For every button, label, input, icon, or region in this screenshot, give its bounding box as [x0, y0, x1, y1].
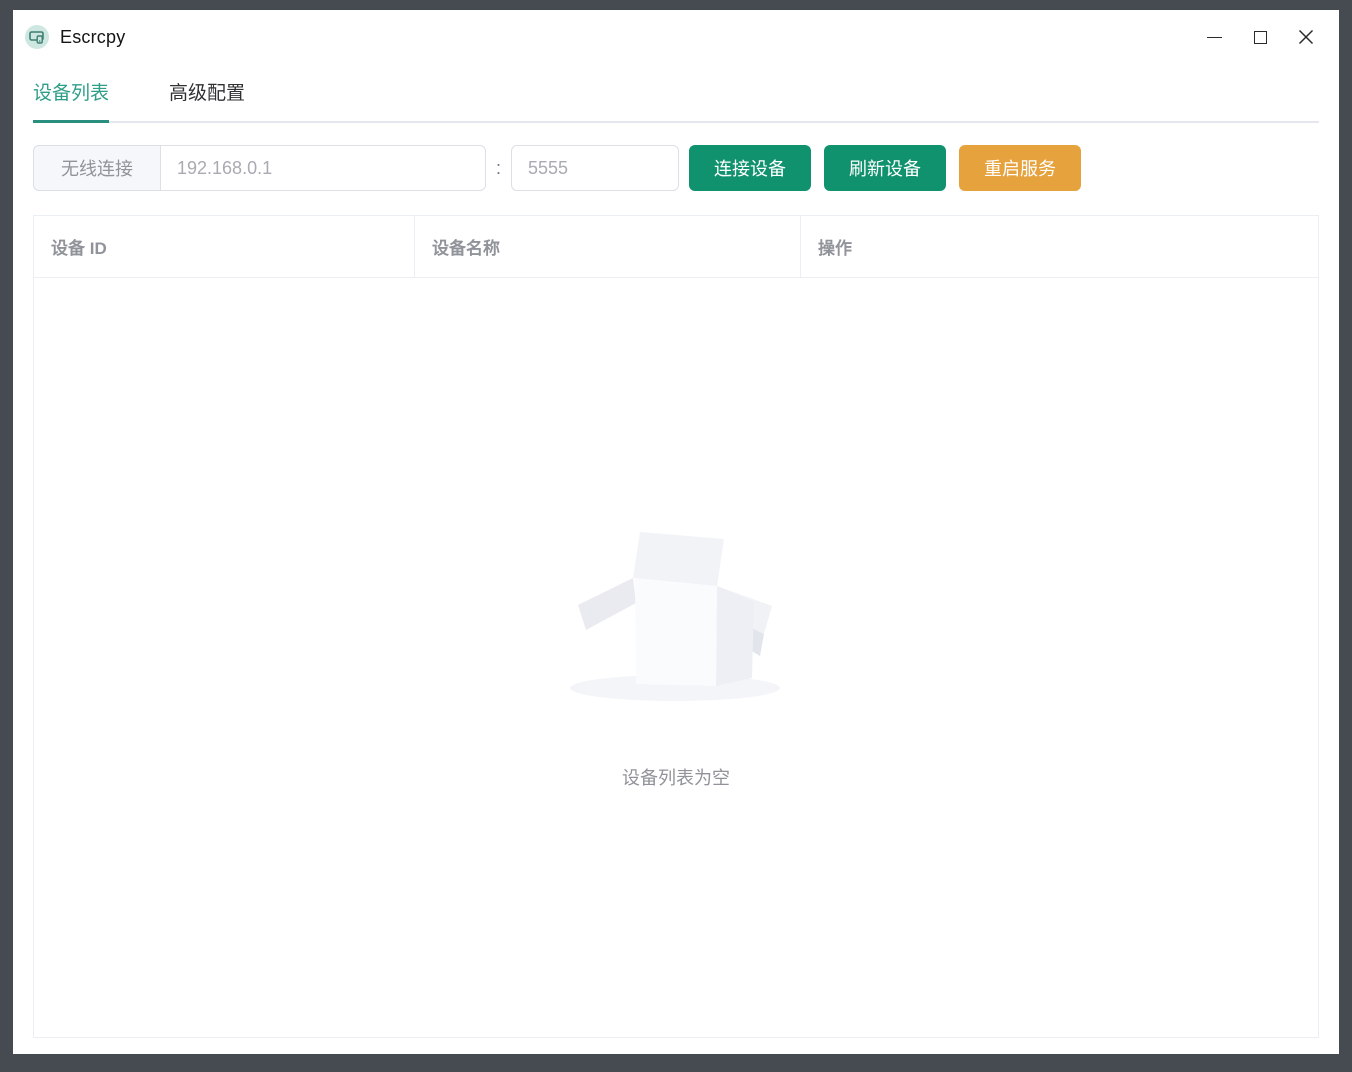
maximize-icon [1254, 31, 1267, 44]
minimize-button[interactable] [1191, 17, 1237, 57]
tab-device-list[interactable]: 设备列表 [33, 66, 109, 121]
tabs-bar: 设备列表 高级配置 [13, 66, 1339, 123]
minimize-icon [1207, 37, 1222, 38]
app-title: Escrcpy [60, 27, 125, 48]
connection-toolbar: 无线连接 : 连接设备 刷新设备 重启服务 [13, 145, 1339, 191]
ip-port-separator: : [496, 158, 501, 179]
restart-service-button[interactable]: 重启服务 [959, 145, 1081, 191]
tab-advanced-config[interactable]: 高级配置 [169, 66, 245, 121]
port-input[interactable] [511, 145, 679, 191]
close-button[interactable] [1283, 17, 1329, 57]
titlebar: Escrcpy [13, 10, 1339, 64]
column-actions: 操作 [801, 216, 1318, 277]
empty-list-message: 设备列表为空 [622, 764, 730, 790]
connect-device-button[interactable]: 连接设备 [689, 145, 811, 191]
ip-address-input[interactable] [160, 145, 486, 191]
wireless-input-group: 无线连接 [33, 145, 486, 191]
tabs-header: 设备列表 高级配置 [33, 66, 1319, 123]
wireless-connect-label: 无线连接 [33, 145, 160, 191]
column-device-id: 设备 ID [34, 216, 415, 277]
refresh-devices-button[interactable]: 刷新设备 [824, 145, 946, 191]
close-icon [1298, 29, 1314, 45]
column-device-name: 设备名称 [415, 216, 801, 277]
empty-box-illustration [556, 526, 796, 706]
device-table-body: 设备列表为空 [34, 278, 1318, 1037]
app-logo-icon [25, 25, 49, 49]
app-window: Escrcpy 设备列表 高级配置 无线连接 [13, 10, 1339, 1054]
maximize-button[interactable] [1237, 17, 1283, 57]
device-table-header: 设备 ID 设备名称 操作 [34, 216, 1318, 278]
active-tab-indicator [33, 120, 109, 123]
device-table: 设备 ID 设备名称 操作 设备列表为空 [33, 215, 1319, 1038]
tab-device-list-label: 设备列表 [33, 83, 109, 104]
tab-advanced-config-label: 高级配置 [169, 83, 245, 104]
